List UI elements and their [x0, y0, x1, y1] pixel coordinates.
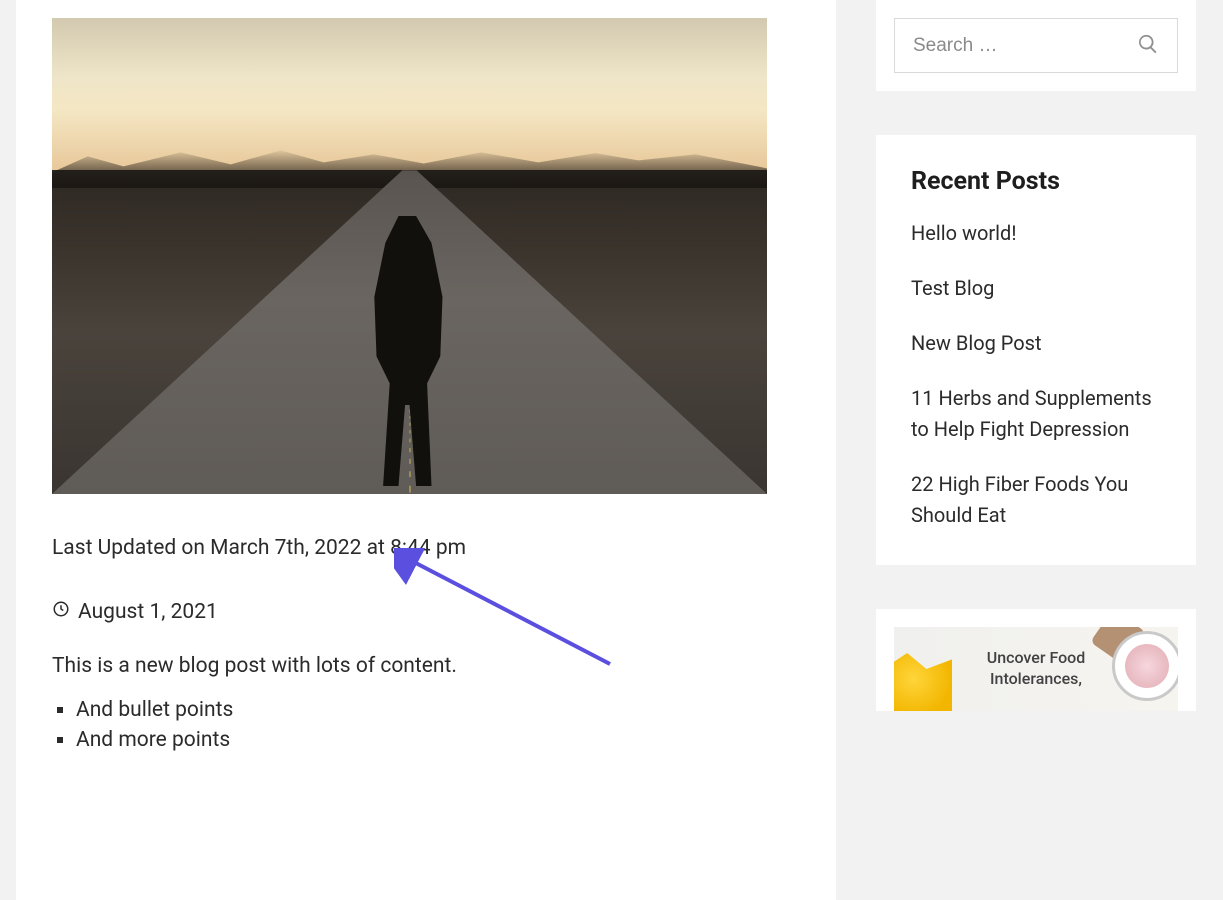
featured-image: [52, 18, 767, 494]
page-layout: Last Updated on March 7th, 2022 at 8:44 …: [0, 0, 1223, 900]
list-item: And more points: [76, 728, 800, 752]
clock-icon: [52, 600, 70, 624]
sidebar: Recent Posts Hello world! Test Blog New …: [876, 0, 1196, 900]
ad-widget: Uncover Food Intolerances,: [876, 609, 1196, 711]
recent-post-link[interactable]: New Blog Post: [911, 328, 1161, 359]
list-item: And bullet points: [76, 698, 800, 722]
search-widget: [876, 0, 1196, 91]
post-intro: This is a new blog post with lots of con…: [52, 654, 800, 678]
search-box[interactable]: [894, 18, 1178, 73]
search-icon[interactable]: [1137, 33, 1159, 59]
recent-post-link[interactable]: Test Blog: [911, 273, 1161, 304]
recent-posts-heading: Recent Posts: [911, 167, 1161, 196]
post-bullet-list: And bullet points And more points: [52, 698, 800, 752]
recent-post-link[interactable]: 22 High Fiber Foods You Should Eat: [911, 469, 1161, 531]
published-date: August 1, 2021: [78, 600, 218, 624]
search-input[interactable]: [913, 35, 1110, 57]
ad-banner[interactable]: Uncover Food Intolerances,: [894, 627, 1178, 711]
recent-post-link[interactable]: Hello world!: [911, 218, 1161, 249]
recent-posts-widget: Recent Posts Hello world! Test Blog New …: [876, 135, 1196, 565]
recent-posts-list: Hello world! Test Blog New Blog Post 11 …: [911, 218, 1161, 531]
recent-post-link[interactable]: 11 Herbs and Supplements to Help Fight D…: [911, 383, 1161, 445]
last-updated-text: Last Updated on March 7th, 2022 at 8:44 …: [52, 536, 800, 560]
main-content: Last Updated on March 7th, 2022 at 8:44 …: [16, 0, 836, 900]
post-date-row: August 1, 2021: [52, 600, 800, 624]
